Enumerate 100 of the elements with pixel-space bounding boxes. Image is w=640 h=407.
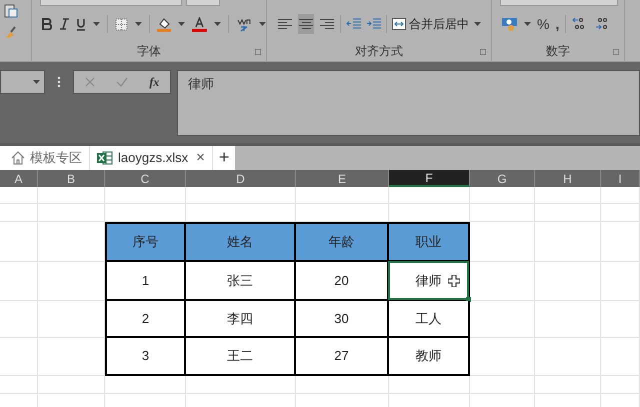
comma-button[interactable]: , xyxy=(555,14,560,34)
grid-cell xyxy=(0,338,38,376)
brush-icon[interactable] xyxy=(4,26,16,38)
phonetic-icon[interactable] xyxy=(236,16,252,32)
grid-cell xyxy=(535,262,601,301)
caret-icon[interactable] xyxy=(474,22,481,26)
launcher-icon[interactable] xyxy=(613,49,619,55)
grid-cell xyxy=(0,204,38,222)
merge-cells-icon xyxy=(392,18,406,30)
caret-icon[interactable] xyxy=(134,22,142,26)
increase-indent-icon[interactable] xyxy=(366,18,381,30)
check-icon[interactable] xyxy=(116,77,128,87)
number-format-field[interactable] xyxy=(500,0,618,6)
caret-icon[interactable] xyxy=(524,22,531,26)
table-cell-text: 教师 xyxy=(414,347,442,366)
grid-cell xyxy=(0,262,38,301)
merge-center-button[interactable]: 合并后居中 xyxy=(392,15,469,33)
column-header[interactable]: B xyxy=(38,170,105,187)
close-tab-button[interactable]: × xyxy=(196,146,205,170)
italic-icon[interactable] xyxy=(58,18,69,30)
column-header[interactable]: G xyxy=(470,170,535,187)
grid-cell xyxy=(601,187,640,204)
table-cell-text: 2 xyxy=(140,310,150,328)
insert-function-button[interactable]: fx xyxy=(149,73,160,91)
caret-icon[interactable] xyxy=(33,80,40,84)
column-header[interactable]: D xyxy=(186,170,296,187)
currency-icon[interactable] xyxy=(502,17,518,31)
percent-button[interactable]: % xyxy=(537,14,550,34)
borders-icon[interactable] xyxy=(114,18,128,30)
grid-cell xyxy=(38,187,105,204)
grid-cell xyxy=(601,204,640,222)
font-color-icon[interactable] xyxy=(192,16,208,32)
bold-icon[interactable] xyxy=(42,18,52,30)
grid-cell xyxy=(38,376,105,394)
table-cell-text: 李四 xyxy=(226,310,254,328)
cursor-icon xyxy=(448,275,460,287)
grid-cell xyxy=(470,338,535,376)
home-icon xyxy=(11,151,25,165)
table-cell-text: 20 xyxy=(333,272,350,290)
tab-label: 模板专区 xyxy=(30,149,82,168)
paste-icon[interactable] xyxy=(4,4,18,18)
column-header[interactable]: A xyxy=(0,170,38,187)
header-cell-text: 姓名 xyxy=(226,233,254,252)
table-cell-text: 30 xyxy=(333,310,350,328)
align-center-icon[interactable] xyxy=(298,14,314,34)
header-cell-text: 序号 xyxy=(132,233,160,252)
grid-cell xyxy=(535,338,601,376)
column-header[interactable]: F xyxy=(389,170,470,187)
spreadsheet-icon xyxy=(97,151,113,165)
grid-cell xyxy=(0,376,38,394)
grid-cell xyxy=(601,301,640,338)
font-name-field[interactable] xyxy=(40,0,182,6)
tab-label: laoygzs.xlsx xyxy=(118,149,188,168)
launcher-icon[interactable] xyxy=(480,49,486,55)
grid-cell xyxy=(601,338,640,376)
table-cell-text: 王二 xyxy=(226,347,254,366)
grid-cell xyxy=(470,262,535,301)
grid-cell xyxy=(601,222,640,262)
grid-cell xyxy=(535,376,601,394)
group-label: 字体 xyxy=(137,44,161,56)
fill-color-icon[interactable] xyxy=(156,16,172,32)
grid-cell xyxy=(470,301,535,338)
grid-cell xyxy=(470,376,535,394)
grid-cell xyxy=(535,204,601,222)
caret-icon[interactable] xyxy=(214,22,222,26)
column-header[interactable]: I xyxy=(601,170,640,187)
more-icon[interactable] xyxy=(57,76,61,88)
header-cell-text: 年龄 xyxy=(328,233,356,252)
grid-cell xyxy=(601,376,640,394)
table-cell-text: 1 xyxy=(140,272,150,290)
grid-cell xyxy=(470,222,535,262)
column-header[interactable]: H xyxy=(535,170,601,187)
grid-cell xyxy=(0,222,38,262)
grid-cell xyxy=(470,204,535,222)
name-box[interactable] xyxy=(0,70,45,94)
table-cell-text: 张三 xyxy=(226,272,254,290)
decrease-indent-icon[interactable] xyxy=(346,18,361,30)
grid-cell xyxy=(601,262,640,301)
group-label: 数字 xyxy=(546,44,570,56)
caret-icon[interactable] xyxy=(258,22,266,26)
caret-icon[interactable] xyxy=(92,22,100,26)
font-size-field[interactable] xyxy=(186,0,220,6)
grid-cell xyxy=(535,222,601,262)
grid-cell xyxy=(38,204,105,222)
launcher-icon[interactable] xyxy=(255,49,261,55)
grid-cell xyxy=(535,301,601,338)
table-cell-text: 3 xyxy=(140,347,150,366)
grid-cell xyxy=(0,187,38,204)
group-label: 对齐方式 xyxy=(355,44,403,56)
grid-cell xyxy=(535,187,601,204)
header-cell-text: 职业 xyxy=(414,233,442,252)
caret-icon[interactable] xyxy=(178,22,186,26)
table-cell-text: 27 xyxy=(333,347,350,366)
table-cell: 律师 xyxy=(389,262,468,299)
grid-cell xyxy=(0,301,38,338)
underline-icon[interactable] xyxy=(76,18,86,30)
formula-field[interactable]: 律师 xyxy=(177,70,640,136)
grid-cell xyxy=(470,187,535,204)
column-header[interactable]: C xyxy=(105,170,186,187)
table-cell-text: 工人 xyxy=(414,310,442,328)
